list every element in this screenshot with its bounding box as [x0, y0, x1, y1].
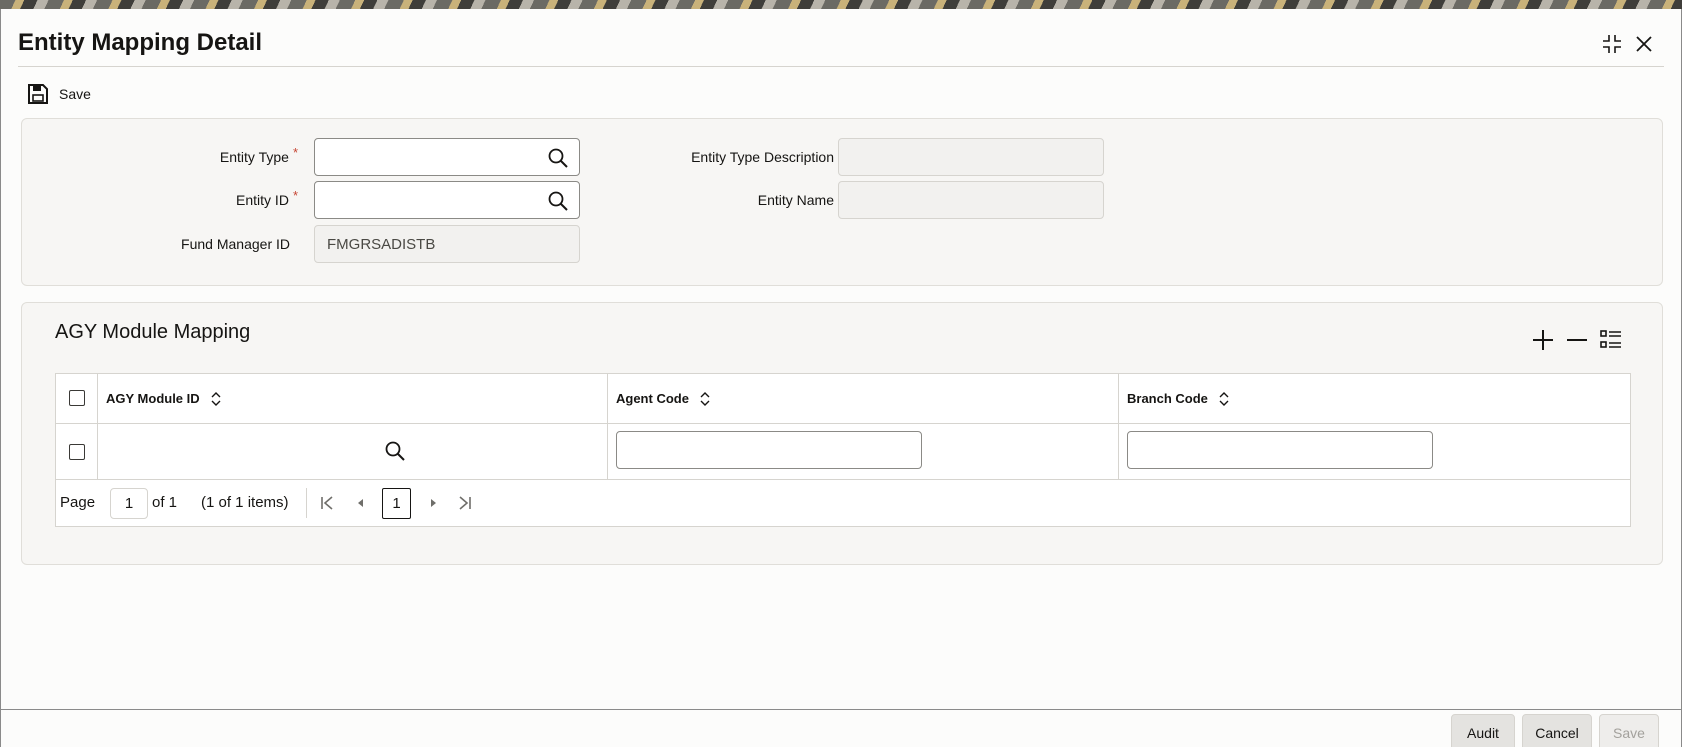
agy-module-mapping-panel: AGY Module Mapping AGY Module ID Agent C… [21, 302, 1663, 565]
column-header-label: AGY Module ID [106, 391, 200, 406]
row-select-cell [56, 424, 98, 479]
add-row-icon[interactable] [1530, 327, 1556, 353]
sort-icon[interactable] [1218, 391, 1230, 406]
search-icon[interactable] [547, 147, 569, 169]
page-number-input[interactable]: 1 [110, 488, 148, 519]
table-row [56, 424, 1630, 480]
header-select-cell [56, 374, 98, 423]
section-title: AGY Module Mapping [55, 321, 251, 343]
title-divider [18, 66, 1664, 67]
page-of-label: of 1 [152, 494, 178, 511]
toolbar-save-label: Save [59, 86, 91, 102]
agent-code-cell [608, 424, 1119, 479]
last-page-icon[interactable] [456, 494, 474, 512]
fund-manager-id-label: Fund Manager ID [181, 236, 290, 252]
entity-name-label: Entity Name [757, 192, 834, 208]
entity-type-label: Entity Type * [219, 145, 298, 165]
maximize-icon [1603, 35, 1621, 53]
required-marker: * [292, 145, 298, 160]
entity-id-field[interactable] [314, 181, 580, 219]
entity-id-label-text: Entity ID [236, 192, 289, 208]
items-count-label: (1 of 1 items) [201, 494, 289, 511]
current-page-button[interactable]: 1 [382, 488, 411, 519]
agy-module-table: AGY Module ID Agent Code Branch Code Pag… [55, 373, 1631, 527]
close-button[interactable] [1631, 31, 1657, 57]
entity-form-panel: Entity Type * Entity ID * Fund Manager ID … [21, 118, 1663, 286]
entity-id-label: Entity ID * [236, 188, 298, 208]
sort-icon[interactable] [210, 391, 222, 406]
entity-mapping-window: Entity Mapping Detail Save Entity Type* [0, 9, 1682, 747]
next-page-icon[interactable] [424, 494, 442, 512]
entity-type-description-label: Entity Type Description [691, 149, 834, 165]
entity-id-input[interactable] [315, 182, 579, 218]
footer-divider [1, 709, 1681, 710]
agent-code-input[interactable] [616, 431, 922, 469]
search-icon[interactable] [547, 190, 569, 212]
toolbar-save-button[interactable]: Save [27, 80, 91, 108]
table-pager: Page 1 of 1 (1 of 1 items) 1 [56, 480, 1630, 526]
background-banner-strip [0, 0, 1682, 9]
entity-type-input[interactable] [315, 139, 579, 175]
select-all-checkbox[interactable] [69, 390, 85, 406]
close-icon [1636, 36, 1652, 52]
sort-icon[interactable] [699, 391, 711, 406]
fund-manager-id-field: FMGRSADISTB [314, 225, 580, 263]
branch-code-input[interactable] [1127, 431, 1433, 469]
cancel-button[interactable]: Cancel [1522, 714, 1592, 747]
header-agent-code: Agent Code [608, 374, 1119, 423]
page-title: Entity Mapping Detail [18, 29, 263, 56]
entity-type-label-text: Entity Type [219, 149, 289, 165]
row-checkbox[interactable] [69, 444, 85, 460]
single-view-icon[interactable] [1598, 327, 1624, 353]
entity-type-description-field [838, 138, 1104, 176]
search-icon[interactable] [384, 440, 406, 462]
delete-row-icon[interactable] [1564, 327, 1590, 353]
header-agy-module-id: AGY Module ID [98, 374, 608, 423]
required-marker: * [292, 188, 298, 203]
column-header-label: Agent Code [616, 391, 689, 406]
audit-button[interactable]: Audit [1451, 714, 1515, 747]
previous-page-icon[interactable] [352, 494, 370, 512]
first-page-icon[interactable] [318, 494, 336, 512]
maximize-button[interactable] [1599, 31, 1625, 57]
footer-save-button[interactable]: Save [1599, 714, 1659, 747]
save-icon [28, 84, 48, 104]
pager-divider [306, 488, 307, 518]
entity-name-field [838, 181, 1104, 219]
page-label: Page [60, 494, 96, 511]
table-header-row: AGY Module ID Agent Code Branch Code [56, 374, 1630, 424]
agy-module-id-cell[interactable] [98, 424, 608, 479]
column-header-label: Branch Code [1127, 391, 1208, 406]
fund-manager-id-value: FMGRSADISTB [327, 236, 436, 253]
header-branch-code: Branch Code [1119, 374, 1630, 423]
branch-code-cell [1119, 424, 1630, 479]
entity-type-field[interactable] [314, 138, 580, 176]
